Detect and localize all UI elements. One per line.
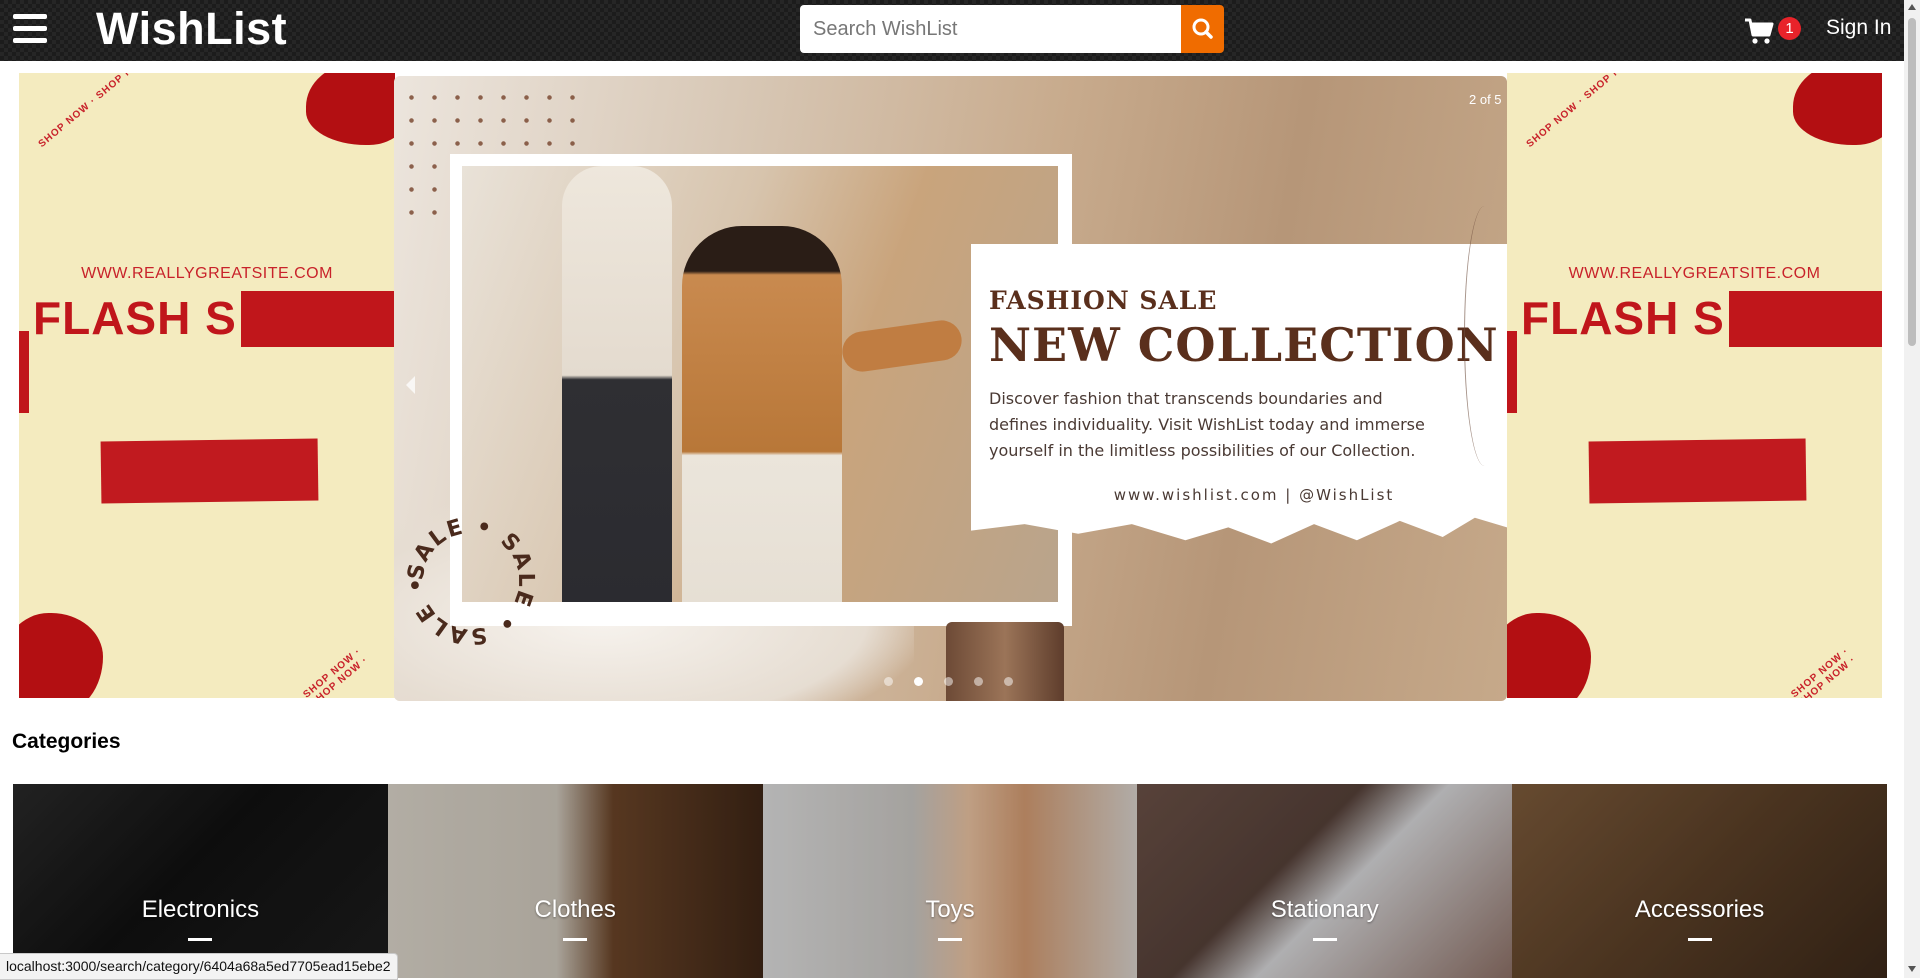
brand-logo[interactable]: WishList bbox=[96, 3, 287, 55]
promo-card: FASHION SALE NEW COLLECTION Discover fas… bbox=[971, 244, 1507, 544]
shop-now-stamp: SHOP NOW · SHOP NOW · bbox=[1524, 73, 1645, 150]
flash-rect bbox=[1588, 438, 1807, 504]
category-card-clothes[interactable]: Clothes bbox=[387, 784, 763, 978]
category-label: Stationary bbox=[1270, 896, 1379, 923]
carousel-dots bbox=[884, 673, 1034, 691]
fashion-photo bbox=[462, 166, 1058, 602]
promo-description: Discover fashion that transcends boundar… bbox=[989, 389, 1425, 460]
carousel-slide-previous[interactable]: SHOP NOW · SHOP NOW · SHOP NOW · SHOP NO… bbox=[19, 73, 395, 698]
leaf-illustration bbox=[1464, 206, 1505, 466]
top-navbar: WishList 1 Sign In bbox=[0, 0, 1904, 61]
decorative-blob bbox=[1793, 73, 1882, 145]
carousel-slide-active[interactable]: SALE • SALE • SALE • FASHION SALE NEW CO… bbox=[394, 76, 1507, 701]
carousel-dot[interactable] bbox=[944, 677, 953, 686]
promo-kicker: FASHION SALE bbox=[989, 286, 1218, 315]
flash-sale-headline: FLASH S bbox=[33, 292, 237, 344]
model-arm bbox=[839, 317, 965, 375]
category-label: Electronics bbox=[141, 896, 260, 923]
shop-now-stamp: SHOP NOW · SHOP NOW · bbox=[301, 646, 371, 698]
svg-text:SALE • SALE • SALE •: SALE • SALE • SALE • bbox=[406, 516, 536, 646]
hamburger-menu-icon[interactable] bbox=[13, 14, 47, 44]
flash-sale-headline: FLASH S bbox=[1521, 292, 1725, 344]
category-label: Clothes bbox=[534, 896, 616, 923]
page-scrollbar[interactable] bbox=[1904, 0, 1920, 978]
category-card-toys[interactable]: Toys bbox=[762, 784, 1138, 978]
promo-contact: www.wishlist.com | @WishList bbox=[1113, 486, 1395, 504]
carousel-dot[interactable] bbox=[974, 677, 983, 686]
category-underline bbox=[1312, 938, 1337, 941]
scroll-thumb[interactable] bbox=[1908, 18, 1916, 346]
shop-now-stamp: SHOP NOW · SHOP NOW · bbox=[36, 73, 157, 150]
flash-bar bbox=[241, 291, 395, 347]
flash-rect bbox=[100, 438, 319, 504]
category-card-accessories[interactable]: Accessories bbox=[1512, 784, 1887, 978]
flash-bar bbox=[1729, 291, 1882, 347]
sale-ring-text: SALE • SALE • SALE • bbox=[406, 516, 536, 646]
decorative-blob bbox=[19, 613, 103, 698]
slide-counter: 2 of 5 bbox=[1469, 92, 1502, 107]
search-icon bbox=[1192, 18, 1213, 39]
decorative-blob bbox=[306, 73, 395, 145]
model-figure bbox=[562, 166, 672, 602]
cart-icon bbox=[1745, 18, 1774, 44]
shop-now-stamp: SHOP NOW · SHOP NOW · bbox=[1789, 645, 1859, 698]
cart-count-badge: 1 bbox=[1778, 17, 1801, 40]
decorative-blob bbox=[1507, 613, 1591, 698]
carousel-dot-active[interactable] bbox=[914, 677, 923, 686]
category-label: Toys bbox=[925, 896, 975, 923]
search-button[interactable] bbox=[1181, 5, 1224, 53]
link-status-bar: localhost:3000/search/category/6404a68a5… bbox=[0, 953, 398, 980]
carousel-dot[interactable] bbox=[884, 677, 893, 686]
flash-sale-site: WWW.REALLYGREATSITE.COM bbox=[81, 265, 333, 282]
sale-ring-badge: SALE • SALE • SALE • bbox=[406, 516, 536, 646]
category-list: Electronics Clothes Toys Stationary Acce… bbox=[13, 784, 1887, 978]
chevron-left-icon[interactable] bbox=[406, 376, 415, 394]
category-underline bbox=[563, 938, 588, 941]
search-bar bbox=[800, 5, 1224, 53]
category-card-stationary[interactable]: Stationary bbox=[1137, 784, 1513, 978]
cart-button[interactable]: 1 bbox=[1744, 14, 1806, 46]
categories-heading: Categories bbox=[12, 730, 121, 753]
model-figure bbox=[682, 226, 842, 602]
category-underline bbox=[937, 938, 962, 941]
promo-title: NEW COLLECTION bbox=[989, 318, 1499, 372]
scroll-up-arrow-icon[interactable] bbox=[1908, 4, 1916, 10]
flash-bar bbox=[1507, 331, 1517, 413]
category-underline bbox=[1687, 938, 1712, 941]
category-card-electronics[interactable]: Electronics bbox=[13, 784, 388, 978]
category-label: Accessories bbox=[1634, 896, 1765, 923]
flash-sale-site: WWW.REALLYGREATSITE.COM bbox=[1568, 265, 1821, 282]
search-input[interactable] bbox=[800, 5, 1181, 53]
carousel-dot[interactable] bbox=[1004, 677, 1013, 686]
flash-bar bbox=[19, 331, 29, 413]
carousel-slide-next[interactable]: SHOP NOW · SHOP NOW · SHOP NOW · SHOP NO… bbox=[1507, 73, 1882, 698]
category-underline bbox=[188, 938, 213, 941]
sign-in-link[interactable]: Sign In bbox=[1826, 16, 1891, 40]
scroll-down-arrow-icon[interactable] bbox=[1908, 966, 1916, 972]
